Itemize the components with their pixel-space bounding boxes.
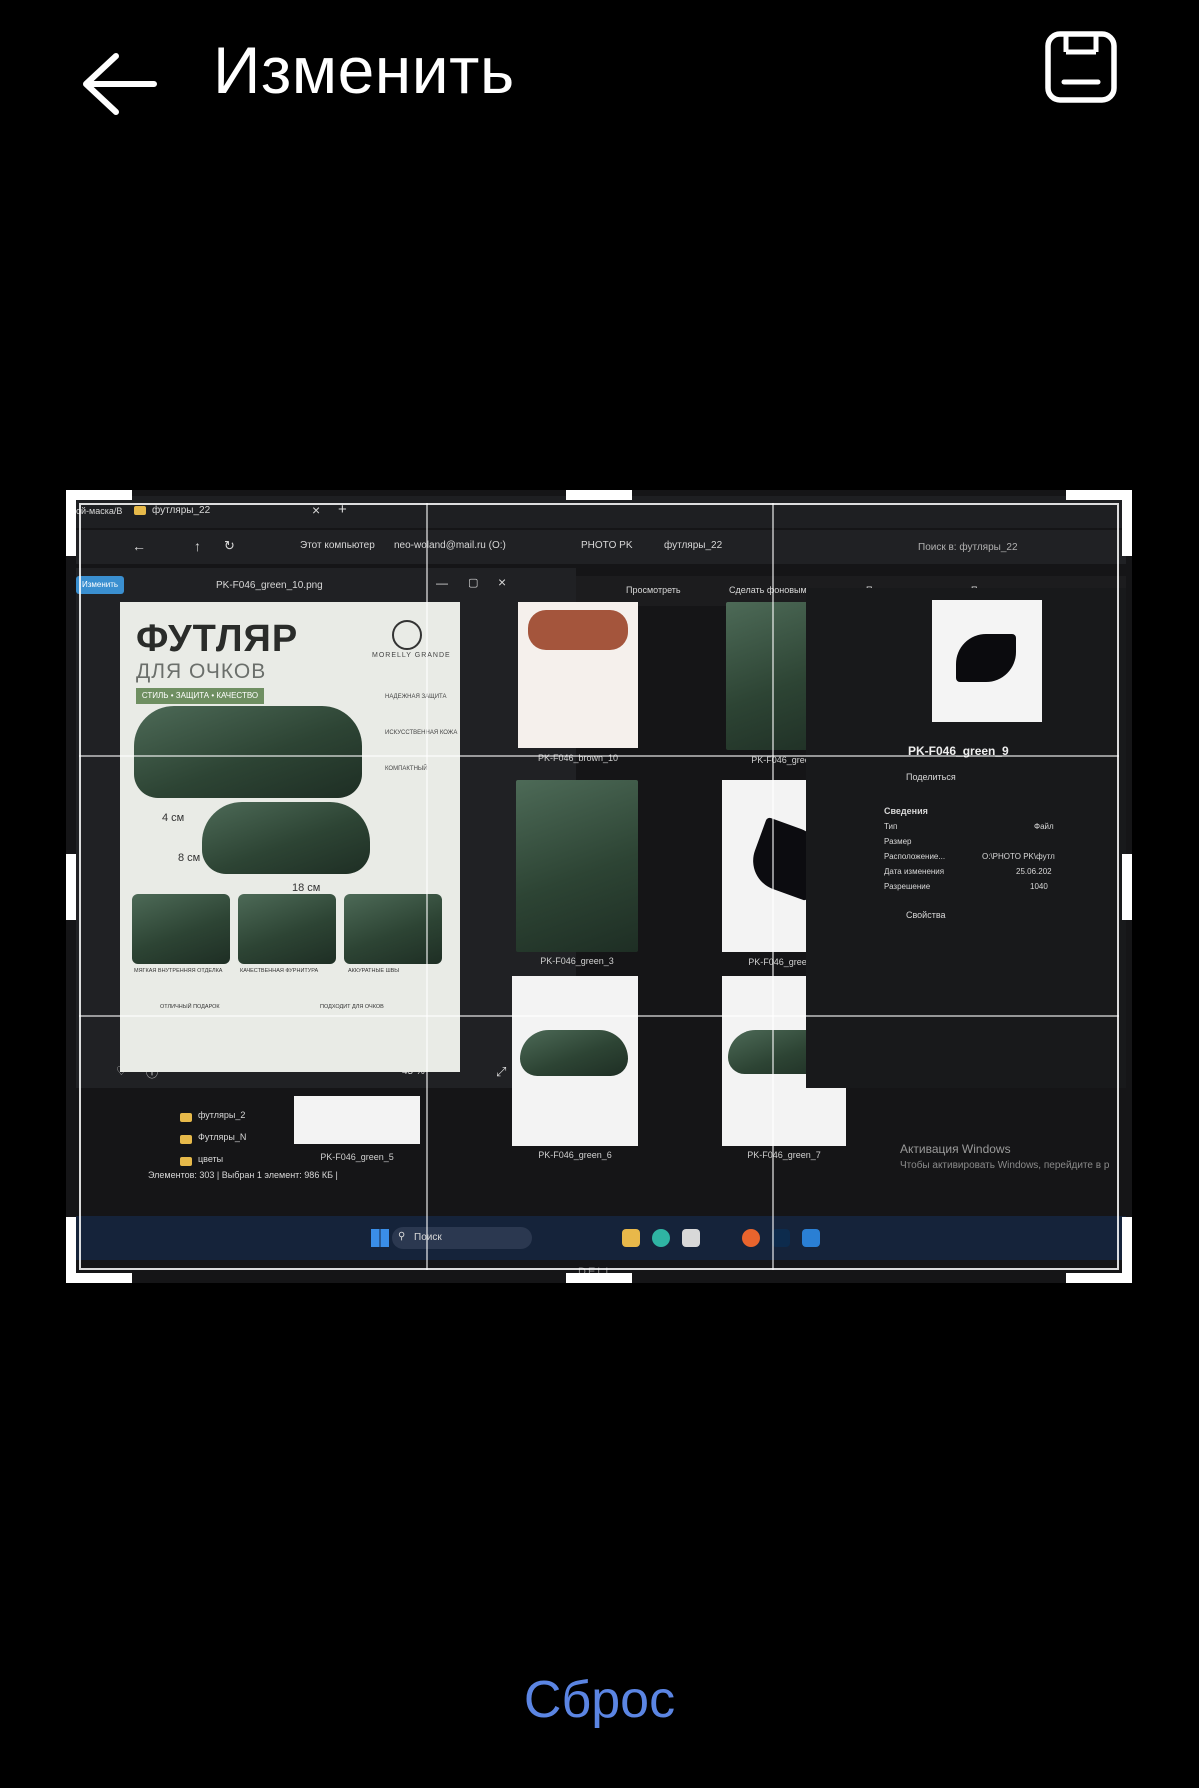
grid-line — [79, 755, 1119, 757]
grid-line — [772, 503, 774, 1270]
crop-handle-bottom[interactable] — [566, 1273, 632, 1283]
crop-handle-top[interactable] — [566, 490, 632, 500]
crop-handle-bottom-left[interactable] — [66, 1217, 76, 1283]
crop-handle-right[interactable] — [1122, 854, 1132, 920]
back-button[interactable] — [70, 22, 180, 122]
crop-handle-top-right[interactable] — [1122, 490, 1132, 556]
crop-handle-left[interactable] — [66, 854, 76, 920]
grid-line — [79, 1015, 1119, 1017]
crop-area[interactable]: ой-маска/В футляры_22 × + ← ↑ ↻ Этот ком… — [66, 490, 1132, 1283]
save-button[interactable] — [1030, 22, 1130, 122]
save-icon — [1045, 31, 1117, 103]
reset-button[interactable]: Сброс — [0, 1660, 1199, 1740]
arrow-left-icon — [83, 53, 157, 115]
crop-frame[interactable] — [79, 503, 1119, 1270]
grid-line — [426, 503, 428, 1270]
crop-handle-bottom-right[interactable] — [1122, 1217, 1132, 1283]
page-title: Изменить — [213, 33, 515, 107]
crop-handle-top-left[interactable] — [66, 490, 76, 556]
